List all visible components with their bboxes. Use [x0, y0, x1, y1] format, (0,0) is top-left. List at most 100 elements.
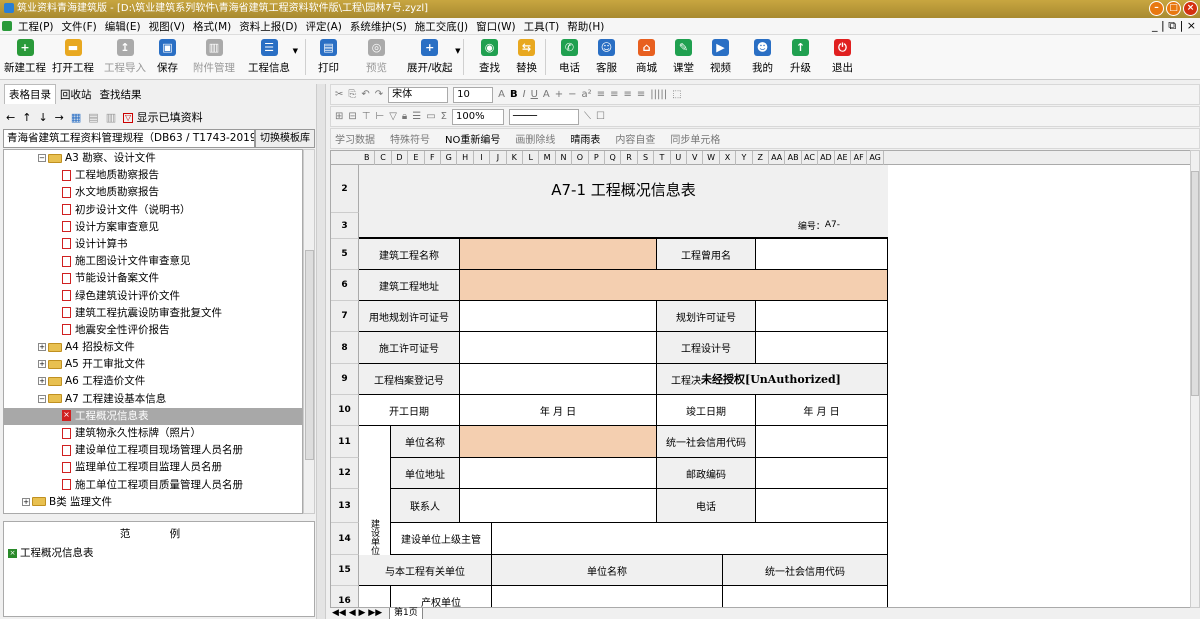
column-label[interactable]: G [441, 151, 458, 165]
zoom-select[interactable]: 100% [452, 108, 504, 125]
toolbar-button[interactable]: ↑ 升级 [790, 37, 811, 75]
toolbar-button[interactable]: ☻ 我的 [752, 37, 773, 75]
dropdown-arrow-icon[interactable]: ▼ [455, 47, 460, 55]
merge-cells-icon[interactable]: ⊞ [335, 111, 343, 122]
box-icon[interactable]: ☐ [596, 111, 605, 122]
row-label[interactable]: 7 [331, 301, 359, 332]
insert-col-icon[interactable]: ⊢ [376, 111, 385, 122]
build-permit-input[interactable] [460, 332, 657, 364]
menu-item[interactable]: 窗口(W) [472, 19, 520, 34]
column-label[interactable]: N [556, 151, 573, 165]
example-item[interactable]: × 工程概况信息表 [4, 545, 314, 560]
column-label[interactable]: C [375, 151, 392, 165]
superscript-icon[interactable]: a² [582, 89, 592, 100]
tab-catalog[interactable]: 表格目录 [4, 84, 56, 104]
toolbar-button[interactable]: ↥ 工程导入 [104, 37, 146, 75]
size-select[interactable]: 10 [453, 86, 494, 103]
column-label[interactable]: F [425, 151, 441, 165]
tree-item[interactable]: 施工图设计文件审查意见 [4, 253, 302, 270]
sheet-tab[interactable]: 第1页 [389, 608, 423, 619]
close-button[interactable]: × [1183, 1, 1198, 16]
column-label[interactable]: AF [851, 151, 868, 165]
tree-item[interactable]: + B类 监理文件 [4, 494, 302, 511]
row-label[interactable]: 3 [331, 213, 359, 239]
format-tool[interactable]: NO重新编号 [445, 131, 500, 146]
font-select[interactable]: 宋体 [388, 86, 449, 103]
expand-toggle-icon[interactable]: − [38, 154, 46, 162]
row-label[interactable]: 15 [331, 555, 359, 586]
up-arrow-icon[interactable]: ↑ [22, 111, 31, 124]
format-tool[interactable]: 学习数据 [335, 131, 375, 146]
row-label[interactable]: 13 [331, 489, 359, 523]
dropdown-arrow-icon[interactable]: ▼ [293, 47, 298, 55]
row-label[interactable]: 11 [331, 426, 359, 458]
format-tool[interactable]: 画删除线 [515, 131, 555, 146]
tree-item[interactable]: + A4 招投标文件 [4, 339, 302, 356]
sum-icon[interactable]: Σ [441, 111, 447, 122]
toolbar-button[interactable]: ▤ 打印 [318, 37, 339, 75]
select-all-icon[interactable]: ⬚ [672, 89, 681, 100]
tree-item[interactable]: 建筑物永久性标牌（照片） [4, 425, 302, 442]
toolbar-button[interactable]: ▥ 附件管理 [193, 37, 235, 75]
row-label[interactable]: 10 [331, 395, 359, 426]
tree-item[interactable]: 施工单位工程项目质量管理人员名册 [4, 477, 302, 494]
format-tool[interactable]: 同步单元格 [670, 131, 720, 146]
unit-addr-input[interactable] [460, 458, 657, 489]
tree-item[interactable]: 设计方案审查意见 [4, 219, 302, 236]
toolbar-button[interactable]: ▣ 保存 [157, 37, 178, 75]
column-label[interactable]: V [687, 151, 704, 165]
row-label[interactable]: 6 [331, 270, 359, 301]
column-label[interactable]: O [572, 151, 589, 165]
column-label[interactable]: AC [802, 151, 819, 165]
maximize-button[interactable]: □ [1166, 1, 1181, 16]
tree-item[interactable]: 建筑工程抗震设防审查批复文件 [4, 305, 302, 322]
column-label[interactable]: AE [835, 151, 851, 165]
menu-item[interactable]: 资料上报(D) [235, 19, 301, 34]
panel-splitter[interactable] [316, 84, 326, 619]
column-label[interactable]: R [621, 151, 638, 165]
toolbar-button[interactable]: + 展开/收起 ▼ [407, 37, 461, 75]
tree-scrollbar[interactable] [303, 149, 315, 514]
toolbar-button[interactable]: ✎ 课堂 [673, 37, 694, 75]
column-label[interactable]: E [408, 151, 425, 165]
land-permit-input[interactable] [460, 301, 657, 332]
tree-item[interactable]: 水文地质勘察报告 [4, 184, 302, 201]
column-label[interactable]: H [457, 151, 474, 165]
row-label[interactable]: 2 [331, 165, 359, 213]
tree-scroll-thumb[interactable] [305, 250, 314, 460]
switch-template-button[interactable]: 切换模板库 [255, 129, 315, 148]
toolbar-button[interactable]: ☺ 客服 [596, 37, 617, 75]
format-tool[interactable]: 内容自查 [615, 131, 655, 146]
property-code-input[interactable] [723, 586, 888, 607]
menu-item[interactable]: 格式(M) [189, 19, 235, 34]
spec-selector[interactable]: 青海省建筑工程资料管理规程（DB63 / T1743-2019） [3, 129, 255, 148]
column-label[interactable]: AD [818, 151, 835, 165]
tab-search-results[interactable]: 查找结果 [96, 85, 146, 104]
credit-code-input[interactable] [756, 426, 888, 458]
insert-row-icon[interactable]: ⊤ [362, 111, 371, 122]
property-name-input[interactable] [492, 586, 723, 607]
mdi-window-controls[interactable]: _ | ⧉ | × [1152, 19, 1196, 33]
unit-name-input[interactable] [460, 426, 657, 458]
column-label[interactable]: Y [736, 151, 753, 165]
copy-icon[interactable]: ⎘ [348, 89, 356, 100]
line-style-select[interactable]: ──── [509, 108, 579, 125]
toolbar-button[interactable]: ☰ 工程信息 ▼ [248, 37, 298, 75]
grid-icon[interactable]: ▦ [71, 111, 81, 124]
row-label[interactable]: 16 [331, 586, 359, 607]
paste-icon[interactable]: ▥ [106, 111, 116, 124]
proj-name-input[interactable] [460, 239, 657, 270]
show-filled-toggle[interactable]: ▽ 显示已填资料 [123, 109, 203, 125]
column-label[interactable]: S [638, 151, 655, 165]
tree-item[interactable]: + A5 开工审批文件 [4, 356, 302, 373]
border-icon[interactable]: ▭ [426, 111, 435, 122]
split-cells-icon[interactable]: ⊟ [348, 111, 356, 122]
design-no-input[interactable] [756, 332, 888, 364]
menu-item[interactable]: 文件(F) [58, 19, 101, 34]
down-arrow-icon[interactable]: ↓ [38, 111, 47, 124]
column-label[interactable]: L [523, 151, 540, 165]
column-label[interactable]: AA [769, 151, 786, 165]
align-left-icon[interactable]: ≡ [597, 89, 605, 100]
phone-input[interactable] [756, 489, 888, 523]
copy-icon[interactable]: ▤ [88, 111, 98, 124]
